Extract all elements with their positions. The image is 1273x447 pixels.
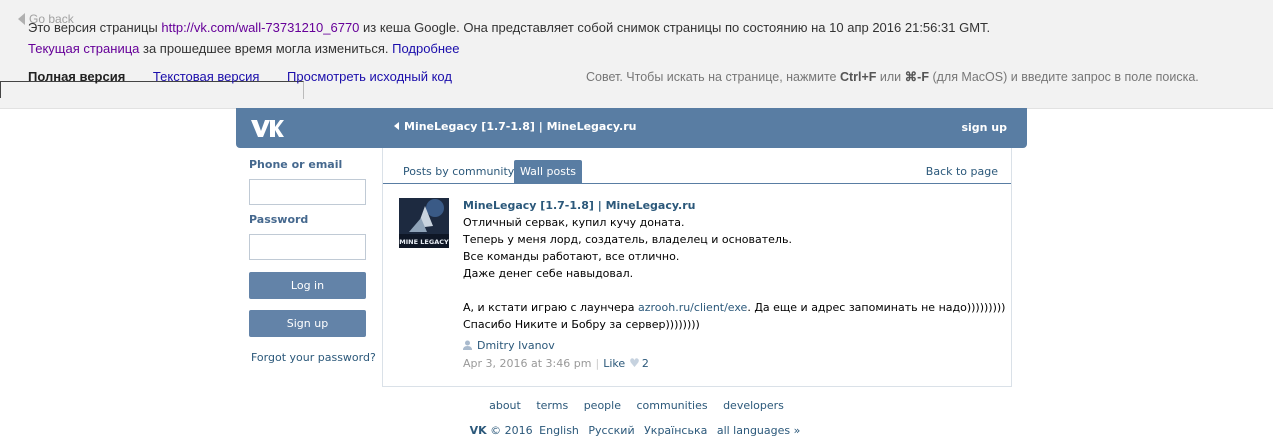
post-meta: Apr 3, 2016 at 3:46 pm | Like ♥ 2 [463,356,649,370]
header-signup-link[interactable]: sign up [961,121,1007,134]
tab-wall-posts[interactable]: Wall posts [514,160,582,183]
tab-full-version[interactable]: Полная версия [28,69,125,84]
phone-label: Phone or email [249,158,343,171]
post-signer[interactable]: Dmitry Ivanov [463,339,555,352]
post-text-prefix: А, и кстати играю с лаунчера [463,301,638,314]
footer-copyright: VK © 2016 [470,424,533,437]
footer-languages: VK © 2016 English Русский Українська all… [0,424,1273,437]
tab-posts-by-community[interactable]: Posts by community [403,165,514,178]
footer-about-link[interactable]: about [489,399,521,412]
cached-url-link[interactable]: http://vk.com/wall-73731210_6770 [161,20,359,35]
wall-tabbar: Posts by community Wall posts Back to pa… [383,148,1011,184]
current-page-link[interactable]: Текущая страница [28,41,139,56]
post-text-suffix: . Да еще и адрес запоминать не надо)))))… [747,301,1006,314]
tip-suffix: (для MacOS) и введите запрос в поле поис… [928,70,1199,84]
back-arrow-icon [18,13,25,25]
footer-developers-link[interactable]: developers [723,399,784,412]
header-title-text: MineLegacy [1.7-1.8] | MineLegacy.ru [404,120,637,133]
post-date[interactable]: Apr 3, 2016 at 3:46 pm [463,357,591,370]
signup-button[interactable]: Sign up [249,310,366,337]
more-info-link[interactable]: Подробнее [392,41,459,56]
cache-notice-text: за прошедшее время могла измениться. [139,41,393,56]
wall-panel: Posts by community Wall posts Back to pa… [382,148,1012,387]
lang-russian-link[interactable]: Русский [588,424,634,437]
search-tip: Совет. Чтобы искать на странице, нажмите… [586,69,1199,84]
tip-ctrl-key: Ctrl+F [839,70,877,84]
user-icon [463,340,472,350]
avatar-logo-text: MINE LEGACY [399,238,449,246]
meta-separator: | [595,357,600,370]
footer-copyright-year: © 2016 [490,424,533,437]
community-avatar[interactable]: MINE LEGACY [399,198,449,248]
cache-info-suffix: из кеша Google. Она представляет собой с… [359,20,991,35]
post-text-line: Все команды работают, все отлично. [463,250,680,263]
google-cache-banner: Go back Это версия страницы http://vk.co… [0,0,1273,109]
cache-info-line: Это версия страницы http://vk.com/wall-7… [28,20,990,35]
like-button[interactable]: Like [603,357,625,370]
header-title[interactable]: MineLegacy [1.7-1.8] | MineLegacy.ru [394,120,636,133]
post-text-line: А, и кстати играю с лаунчера azrooh.ru/c… [463,301,1005,314]
password-label: Password [249,213,309,226]
post-author-link[interactable]: MineLegacy [1.7-1.8] | MineLegacy.ru [463,199,695,212]
all-languages-link[interactable]: all languages » [717,424,801,437]
login-button[interactable]: Log in [249,272,366,299]
footer-communities-link[interactable]: communities [637,399,708,412]
post-text-line: Отличный сервак, купил кучу доната. [463,216,685,229]
phone-email-input[interactable] [249,179,366,205]
lang-english-link[interactable]: English [539,424,579,437]
tab-text-version[interactable]: Текстовая версия [153,69,259,84]
password-input[interactable] [249,234,366,260]
back-triangle-icon [394,122,399,130]
footer-terms-link[interactable]: terms [536,399,568,412]
tab-view-source[interactable]: Просмотреть исходный код [287,69,452,84]
tab-underline-left [0,81,1,98]
footer-links: about terms people communities developer… [0,399,1273,412]
lang-ukrainian-link[interactable]: Українська [644,424,707,437]
footer-vk-brand: VK [469,424,487,437]
back-to-page-link[interactable]: Back to page [926,165,998,178]
vk-logo-icon[interactable] [250,117,284,139]
tip-cmd-key: ⌘-F [904,70,929,84]
tip-prefix: Совет. Чтобы искать на странице, нажмите [586,70,840,84]
signer-name: Dmitry Ivanov [477,339,555,352]
cache-version-tabs: Полная версия Текстовая версия Просмотре… [28,69,476,84]
cache-info-prefix: Это версия страницы [28,20,162,35]
footer-people-link[interactable]: people [584,399,621,412]
vk-header: MineLegacy [1.7-1.8] | MineLegacy.ru sig… [236,108,1027,148]
minelegacy-logo-icon: MINE LEGACY [399,198,449,248]
post-text-line: Теперь у меня лорд, создатель, владелец … [463,233,792,246]
launcher-link[interactable]: azrooh.ru/client/exe [638,301,747,314]
cache-notice-line: Текущая страница за прошедшее время могл… [28,41,460,56]
forgot-password-link[interactable]: Forgot your password? [251,351,376,364]
tip-or: или [876,70,905,84]
heart-icon[interactable]: ♥ [629,356,640,370]
post-text-line: Даже денег себе навыдовал. [463,267,634,280]
like-count[interactable]: 2 [642,357,649,370]
post-text-line: Спасибо Никите и Бобру за сервер)))))))) [463,318,700,331]
